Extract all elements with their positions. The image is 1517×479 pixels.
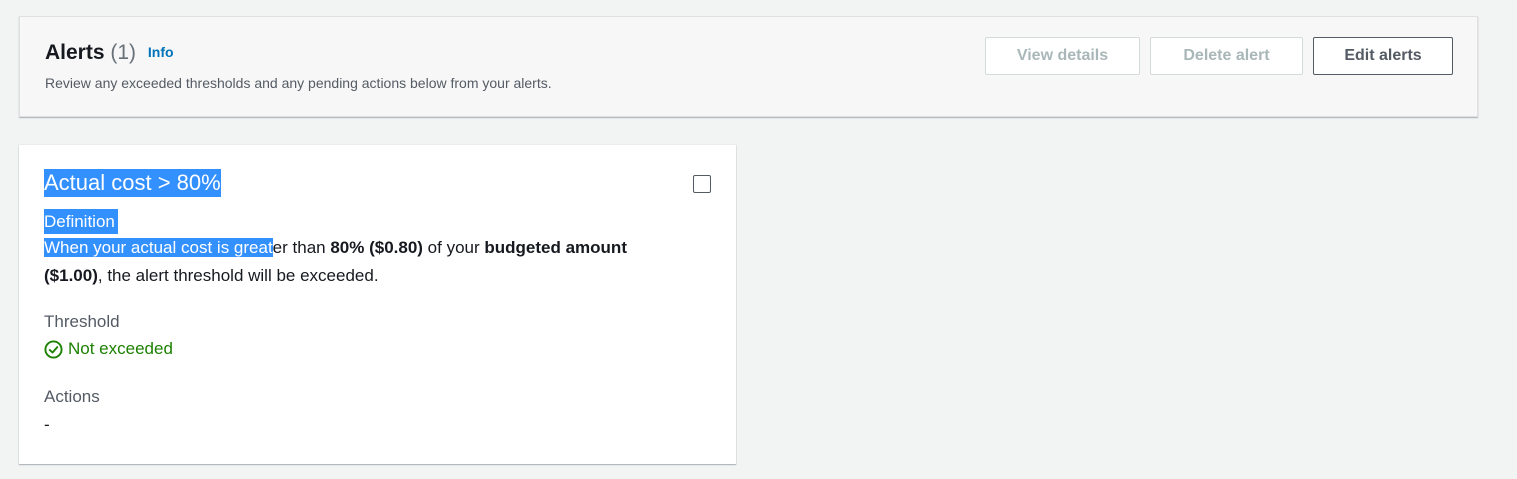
alerts-count: (1) xyxy=(110,41,137,64)
definition-text-part: of your xyxy=(422,238,485,257)
threshold-status: Not exceeded xyxy=(44,339,173,359)
alert-title: Actual cost > 80% xyxy=(44,169,221,197)
threshold-status-text: Not exceeded xyxy=(68,339,173,358)
definition-text: When your actual cost is greater than 80… xyxy=(44,234,674,290)
alert-select-checkbox[interactable] xyxy=(693,175,711,193)
definition-text-part: er than xyxy=(272,238,331,257)
definition-text-part: , the alert threshold will be exceeded. xyxy=(97,266,379,285)
alerts-description: Review any exceeded thresholds and any p… xyxy=(45,75,552,91)
delete-alert-button[interactable]: Delete alert xyxy=(1150,37,1303,75)
view-details-button[interactable]: View details xyxy=(985,37,1140,75)
alerts-title-text: Alerts xyxy=(45,41,105,64)
definition-label: Definition xyxy=(44,209,118,234)
threshold-label: Threshold xyxy=(44,312,120,331)
definition-threshold-value: 80% ($0.80) xyxy=(330,238,423,257)
alerts-title: Alerts (1) Info xyxy=(45,41,174,65)
definition-selected-text: When your actual cost is great xyxy=(44,238,273,257)
alerts-header-container: Alerts (1) Info Review any exceeded thre… xyxy=(19,16,1478,117)
alert-card: Actual cost > 80% Definition When your a… xyxy=(19,145,736,464)
info-link[interactable]: Info xyxy=(148,44,174,60)
actions-value: - xyxy=(44,415,50,434)
check-circle-icon xyxy=(44,339,63,359)
actions-label: Actions xyxy=(44,387,100,406)
edit-alerts-button[interactable]: Edit alerts xyxy=(1313,37,1453,75)
